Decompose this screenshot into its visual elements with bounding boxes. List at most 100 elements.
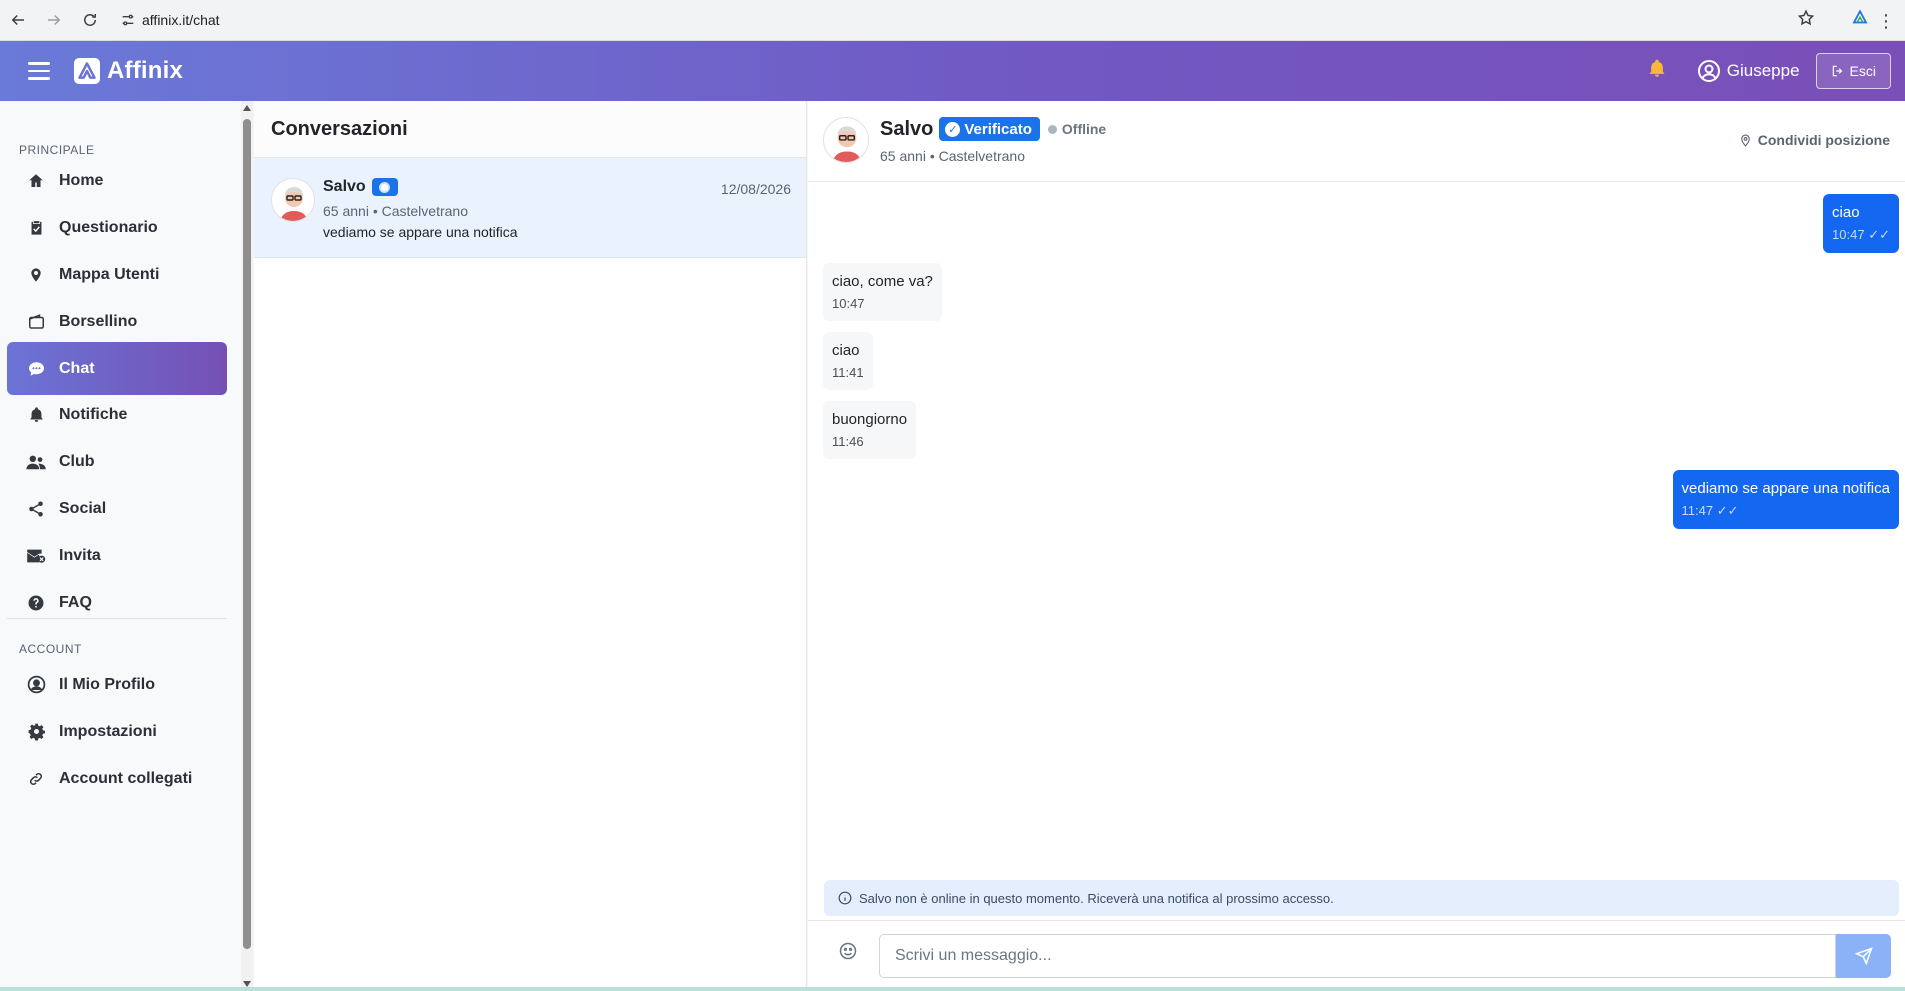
- sidebar-item-account-collegati[interactable]: Account collegati: [7, 752, 227, 805]
- logout-icon: [1832, 65, 1842, 77]
- sidebar-item-label: Chat: [59, 359, 95, 377]
- sidebar-item-impostazioni[interactable]: Impostazioni: [7, 705, 227, 758]
- sidebar-item-questionario[interactable]: Questionario: [7, 201, 227, 254]
- browser-menu-icon[interactable]: ⋮: [1877, 12, 1895, 30]
- share-location-label: Condividi posizione: [1757, 132, 1890, 148]
- conversation-date: 12/08/2026: [720, 181, 791, 197]
- chat-header: Salvo ✓ Verificato Offline 65 anni • Cas…: [808, 101, 1905, 182]
- sidebar-item-label: Mappa Utenti: [59, 265, 160, 283]
- message-time: 11:46: [832, 434, 864, 449]
- map-pin-icon: [1740, 134, 1750, 147]
- sidebar-item-social[interactable]: Social: [7, 482, 227, 535]
- conversation-subtitle: 65 anni • Castelvetrano: [323, 203, 468, 219]
- sidebar-section-account: ACCOUNT: [19, 642, 82, 656]
- browser-toolbar: affinix.it/chat ⋮: [0, 0, 1905, 41]
- logout-label: Esci: [1849, 63, 1876, 79]
- user-circle-icon: [1697, 60, 1720, 82]
- brand-logo[interactable]: Affinix: [74, 57, 183, 85]
- affinix-logo-icon: [74, 58, 100, 84]
- send-button[interactable]: [1836, 934, 1891, 978]
- sidebar-item-borsellino[interactable]: Borsellino: [7, 295, 227, 348]
- bookmark-star-icon[interactable]: [1797, 9, 1815, 32]
- share-location-button[interactable]: Condividi posizione: [1739, 132, 1890, 148]
- scroll-up-arrow-icon[interactable]: [243, 105, 251, 111]
- map-pin-icon: [25, 264, 47, 286]
- sidebar-item-label: Club: [59, 452, 95, 470]
- sidebar-item-label: Account collegati: [59, 769, 193, 787]
- notification-bell-icon[interactable]: [1647, 57, 1667, 85]
- avatar: [271, 178, 315, 222]
- chat-contact-name: Salvo: [880, 117, 934, 140]
- sidebar-item-mappa-utenti[interactable]: Mappa Utenti: [7, 248, 227, 301]
- message-time: 10:47: [1832, 227, 1865, 242]
- status-indicator: Offline: [1047, 121, 1106, 137]
- message-input[interactable]: [879, 934, 1836, 978]
- user-name: Giuseppe: [1726, 61, 1800, 80]
- forward-icon[interactable]: [36, 2, 72, 38]
- verified-label: Verificato: [964, 120, 1032, 138]
- site-info-icon[interactable]: [114, 12, 142, 28]
- sidebar-item-label: Social: [59, 499, 107, 517]
- clipboard-icon: [25, 217, 47, 239]
- sidebar-item-label: Questionario: [59, 218, 158, 236]
- message-time: 10:47: [832, 296, 865, 311]
- user-menu[interactable]: Giuseppe: [1697, 59, 1800, 83]
- offline-notice: Salvo non è online in questo momento. Ri…: [824, 880, 1899, 916]
- back-icon[interactable]: [0, 2, 36, 38]
- reload-icon[interactable]: [72, 2, 108, 38]
- offline-notice-text: Salvo non è online in questo momento. Ri…: [859, 890, 1334, 906]
- read-check-icon: ✓✓: [1868, 227, 1890, 242]
- message-time: 11:41: [832, 365, 864, 380]
- sidebar-scrollbar[interactable]: [241, 101, 253, 991]
- sidebar-item-label: Borsellino: [59, 312, 138, 330]
- mail-icon: [25, 545, 47, 567]
- sidebar-item-label: Il Mio Profilo: [59, 675, 155, 693]
- address-bar[interactable]: affinix.it/chat: [114, 5, 220, 35]
- message-text: buongiorno: [832, 411, 908, 428]
- emoji-icon[interactable]: [838, 941, 860, 963]
- sidebar-item-notifiche[interactable]: Notifiche: [7, 388, 227, 441]
- sidebar-item-profilo[interactable]: Il Mio Profilo: [7, 658, 227, 711]
- logout-button[interactable]: Esci: [1815, 53, 1891, 89]
- message-text: vediamo se appare una notifica: [1681, 480, 1890, 497]
- scrollbar-thumb[interactable]: [243, 119, 251, 949]
- link-icon: [25, 768, 47, 790]
- bell-icon: [25, 404, 47, 426]
- message-text: ciao, come va?: [832, 273, 933, 290]
- conversation-preview: vediamo se appare una notifica: [323, 224, 518, 240]
- message-list: ciao 10:47 ✓✓ ciao, come va? 10:47 ciao …: [808, 182, 1905, 864]
- send-icon: [1854, 947, 1873, 965]
- sidebar-item-faq[interactable]: FAQ: [7, 576, 227, 629]
- brand-name: Affinix: [107, 57, 184, 84]
- avatar[interactable]: [823, 117, 869, 163]
- sidebar-item-label: Notifiche: [59, 405, 128, 423]
- chat-contact-subtitle: 65 anni • Castelvetrano: [880, 148, 1025, 164]
- sidebar-item-home[interactable]: Home: [7, 154, 227, 207]
- sidebar-item-label: FAQ: [59, 593, 92, 611]
- window-bottom-border: [0, 987, 1905, 991]
- sidebar: PRINCIPALE Home Questionario Mappa Utent…: [0, 101, 242, 991]
- check-icon: ✓: [945, 121, 961, 137]
- message-text: ciao: [1832, 204, 1860, 221]
- message-incoming: ciao 11:41: [823, 332, 873, 390]
- conversations-title: Conversazioni: [254, 101, 806, 158]
- message-composer: [808, 920, 1905, 991]
- chat-panel: Salvo ✓ Verificato Offline 65 anni • Cas…: [808, 101, 1905, 991]
- message-outgoing: vediamo se appare una notifica 11:47 ✓✓: [1672, 470, 1899, 529]
- sidebar-item-label: Invita: [59, 546, 101, 564]
- user-circle-icon: [25, 674, 47, 696]
- sidebar-item-club[interactable]: Club: [7, 435, 227, 488]
- sidebar-item-invita[interactable]: Invita: [7, 529, 227, 582]
- message-incoming: buongiorno 11:46: [823, 401, 917, 459]
- conversation-name: Salvo: [323, 178, 366, 195]
- conversations-panel: Conversazioni Salvo 65 anni • Castelvetr…: [254, 101, 807, 991]
- conversation-item[interactable]: Salvo 65 anni • Castelvetrano vediamo se…: [254, 158, 806, 258]
- read-check-icon: ✓✓: [1716, 503, 1739, 518]
- gear-icon: [25, 721, 47, 743]
- menu-toggle-icon[interactable]: [28, 62, 50, 80]
- sidebar-item-label: Home: [59, 171, 104, 189]
- share-icon: [25, 498, 47, 520]
- extension-icon[interactable]: [1851, 9, 1869, 32]
- sidebar-item-label: Impostazioni: [59, 722, 157, 740]
- verified-badge-icon: [371, 178, 398, 196]
